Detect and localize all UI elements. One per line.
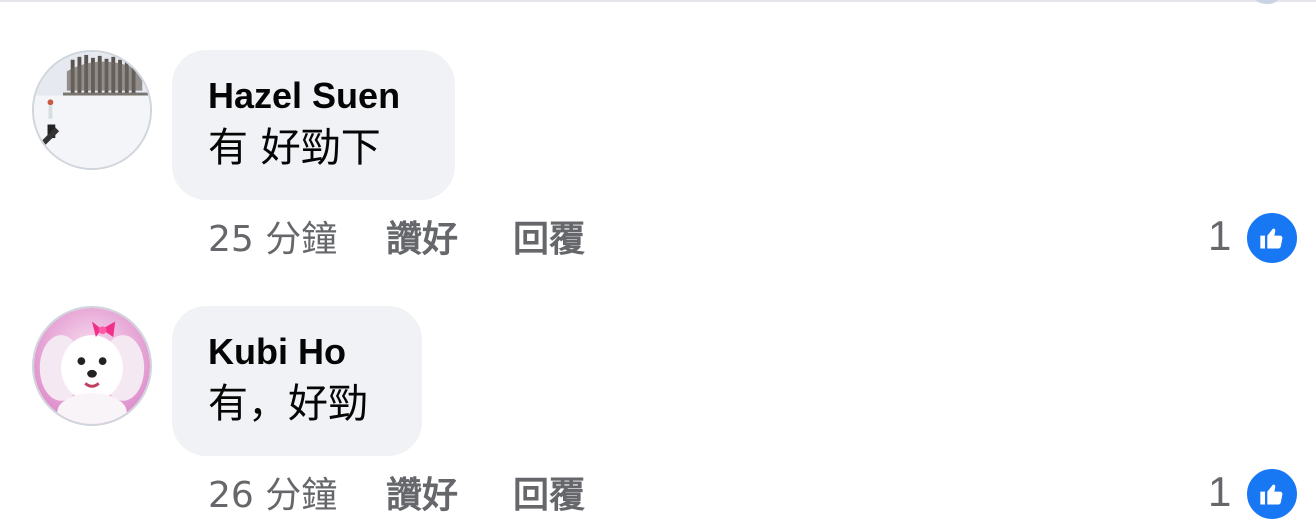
comment-bubble: Hazel Suen 有 好勁下 bbox=[172, 50, 455, 200]
comment-item: Hazel Suen 有 好勁下 25 分鐘 讚好 回覆 1 bbox=[0, 0, 1316, 266]
like-button[interactable]: 讚好 bbox=[386, 474, 458, 518]
reaction-count: 1 bbox=[1208, 468, 1232, 515]
comment-author[interactable]: Hazel Suen bbox=[208, 74, 419, 118]
comment-item: Kubi Ho 有，好勁 26 分鐘 讚好 回覆 1 bbox=[0, 256, 1316, 522]
comment-text: 有，好勁 bbox=[208, 381, 368, 427]
snowy-field-avatar-icon bbox=[34, 52, 150, 168]
thumbs-up-icon bbox=[1244, 466, 1300, 522]
reaction-count: 1 bbox=[1208, 212, 1232, 259]
avatar[interactable] bbox=[32, 50, 152, 170]
avatar[interactable] bbox=[32, 306, 152, 426]
comment-author[interactable]: Kubi Ho bbox=[208, 330, 386, 374]
reply-button[interactable]: 回覆 bbox=[513, 474, 585, 518]
comment-bubble: Kubi Ho 有，好勁 bbox=[172, 306, 422, 456]
comment-text: 有 好勁下 bbox=[208, 125, 381, 171]
white-dog-avatar-icon bbox=[34, 308, 150, 424]
comment-timestamp[interactable]: 26 分鐘 bbox=[208, 474, 337, 518]
